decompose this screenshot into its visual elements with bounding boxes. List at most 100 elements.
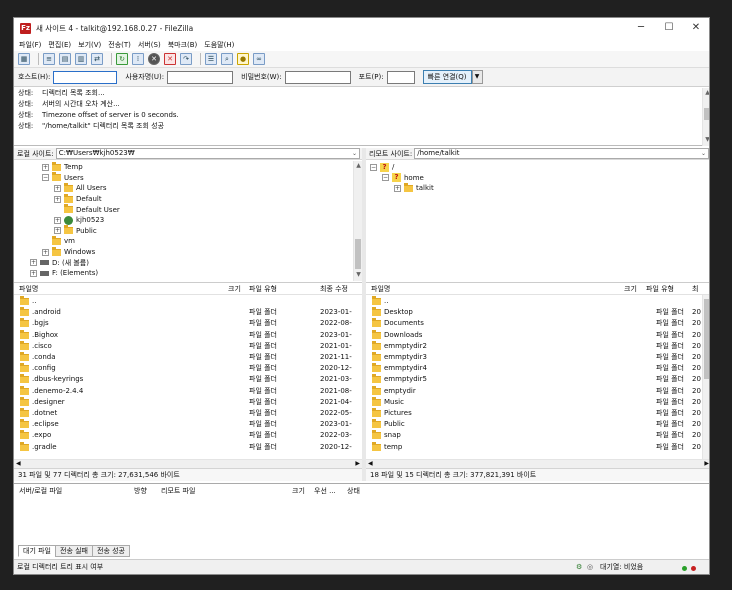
col-filename[interactable]: 파일명 [371, 283, 390, 295]
tree-node[interactable]: + kjh0523 [54, 215, 104, 226]
tree-node[interactable]: + F: (Elements) [30, 268, 98, 279]
tree-node[interactable]: vm [42, 235, 75, 247]
scroll-right-icon[interactable]: ▶ [355, 460, 360, 467]
tab-queued[interactable]: 대기 파일 [18, 545, 56, 557]
expand-icon[interactable]: + [30, 259, 37, 267]
file-row[interactable]: .android 파일 폴더 2023-01- [14, 307, 362, 318]
file-row[interactable]: Documents 파일 폴더 20 [366, 318, 709, 329]
scroll-right-icon[interactable]: ▶ [704, 460, 709, 467]
file-row[interactable]: Music 파일 폴더 20 [366, 396, 709, 408]
cancel-icon[interactable]: ✕ [148, 53, 160, 65]
collapse-icon[interactable]: − [42, 174, 49, 182]
expand-icon[interactable]: + [54, 227, 61, 235]
scroll-down-icon[interactable]: ▼ [354, 271, 362, 279]
tree-node[interactable]: + D: (새 볼륨) [30, 257, 89, 268]
speed-limit-icon[interactable]: ◎ [587, 560, 593, 574]
queue-col-file[interactable]: 서버/로컬 파일 [19, 486, 62, 496]
sync-browse-icon[interactable]: ● [237, 53, 249, 65]
queue-col-priority[interactable]: 우선 ... [314, 486, 336, 496]
disconnect-icon[interactable]: ✕ [164, 53, 176, 65]
maximize-button[interactable]: ☐ [654, 18, 684, 38]
file-row[interactable]: .eclipse 파일 폴더 2023-01- [14, 419, 362, 430]
file-row[interactable]: .. [366, 296, 709, 307]
menu-server[interactable]: 서버(S) [138, 40, 161, 50]
file-row[interactable]: Downloads 파일 폴더 20 [366, 329, 709, 341]
queue-col-direction[interactable]: 방향 [134, 486, 147, 496]
file-row[interactable]: emmptydir3 파일 폴더 20 [366, 352, 709, 363]
site-manager-icon[interactable]: ▦ [18, 53, 30, 65]
file-row[interactable]: .. [14, 296, 362, 307]
tree-node[interactable]: + talkit [394, 182, 434, 194]
file-row[interactable]: .cisco 파일 폴더 2021-01- [14, 340, 362, 352]
file-row[interactable]: .expo 파일 폴더 2022-03- [14, 430, 362, 441]
scroll-thumb[interactable] [704, 108, 709, 120]
file-row[interactable]: .dotnet 파일 폴더 2022-05- [14, 408, 362, 419]
scroll-thumb[interactable] [355, 239, 361, 269]
menu-bookmarks[interactable]: 북마크(B) [168, 40, 198, 50]
process-queue-icon[interactable]: ⁞ [132, 53, 144, 65]
port-input[interactable] [386, 70, 415, 84]
file-row[interactable]: Desktop 파일 폴더 20 [366, 307, 709, 318]
file-row[interactable]: emmptydir4 파일 폴더 20 [366, 363, 709, 374]
quickconnect-dropdown-icon[interactable]: ▼ [471, 70, 483, 84]
compare-icon[interactable]: ⌕ [221, 53, 233, 65]
host-input[interactable] [53, 70, 118, 84]
password-input[interactable] [284, 70, 351, 84]
file-row[interactable]: .config 파일 폴더 2020-12- [14, 363, 362, 374]
local-tree-scrollbar[interactable]: ▲ ▼ [353, 161, 362, 281]
quickconnect-button[interactable]: 빠른 연결(Q) [422, 70, 472, 84]
close-button[interactable]: ✕ [681, 18, 709, 38]
file-row[interactable]: emmptydir5 파일 폴더 20 [366, 374, 709, 385]
user-input[interactable] [167, 70, 234, 84]
expand-icon[interactable]: + [30, 269, 37, 277]
chevron-down-icon[interactable]: ⌄ [352, 149, 357, 158]
expand-icon[interactable]: + [394, 184, 401, 192]
scroll-left-icon[interactable]: ◀ [368, 460, 373, 467]
file-row[interactable]: Public 파일 폴더 20 [366, 419, 709, 430]
tree-node[interactable]: + Public [54, 225, 97, 237]
queue-col-status[interactable]: 상태 [347, 486, 360, 496]
file-row[interactable]: .dbus-keyrings 파일 폴더 2021-03- [14, 374, 362, 385]
col-modified[interactable]: 최 [692, 283, 698, 295]
tree-node[interactable]: −? home [382, 173, 424, 184]
expand-icon[interactable]: + [54, 184, 61, 192]
chevron-down-icon[interactable]: ⌄ [701, 149, 706, 158]
tree-node[interactable]: + Temp [42, 161, 83, 173]
file-row[interactable]: .bgjs 파일 폴더 2022-08- [14, 318, 362, 329]
file-row[interactable]: .conda 파일 폴더 2021-11- [14, 352, 362, 363]
collapse-icon[interactable]: − [370, 163, 377, 171]
file-row[interactable]: .gradle 파일 폴더 2020-12- [14, 441, 362, 453]
toggle-remote-tree-icon[interactable]: ▥ [75, 53, 87, 65]
remote-list-scrollbar[interactable] [702, 295, 709, 459]
col-type[interactable]: 파일 유형 [646, 283, 674, 295]
tree-node[interactable]: −? / [370, 162, 394, 173]
file-row[interactable]: emmptydir2 파일 폴더 20 [366, 340, 709, 352]
menu-file[interactable]: 파일(F) [19, 40, 41, 50]
pane-splitter[interactable] [362, 148, 366, 481]
file-row[interactable]: .designer 파일 폴더 2021-04- [14, 396, 362, 408]
tab-successful[interactable]: 전송 성공 [92, 545, 130, 557]
col-modified[interactable]: 최종 수정 [320, 283, 348, 295]
menu-view[interactable]: 보기(V) [78, 40, 101, 50]
menu-transfer[interactable]: 전송(T) [108, 40, 131, 50]
file-row[interactable]: .Bighox 파일 폴더 2023-01- [14, 329, 362, 341]
tree-node[interactable]: + Windows [42, 246, 95, 258]
col-filename[interactable]: 파일명 [19, 283, 38, 295]
remote-path-input[interactable]: /home/talkit ⌄ [414, 148, 709, 159]
toggle-log-icon[interactable]: ≡ [43, 53, 55, 65]
collapse-icon[interactable]: − [382, 174, 389, 182]
col-size[interactable]: 크기 [624, 283, 637, 295]
file-row[interactable]: emptydir 파일 폴더 20 [366, 385, 709, 397]
search-binoculars-icon[interactable]: ∞ [253, 53, 265, 65]
scroll-thumb[interactable] [704, 299, 709, 379]
queue-col-size[interactable]: 크기 [292, 486, 305, 496]
reconnect-icon[interactable]: ↷ [180, 53, 192, 65]
menu-edit[interactable]: 편집(E) [48, 40, 71, 50]
toggle-queue-icon[interactable]: ⇄ [91, 53, 103, 65]
menu-help[interactable]: 도움말(H) [204, 40, 234, 50]
col-type[interactable]: 파일 유형 [249, 283, 277, 295]
tree-node[interactable]: + Default [54, 193, 102, 205]
local-hscrollbar[interactable]: ◀ ▶ [14, 459, 362, 468]
minimize-button[interactable]: ─ [626, 18, 656, 38]
file-row[interactable]: temp 파일 폴더 20 [366, 441, 709, 453]
